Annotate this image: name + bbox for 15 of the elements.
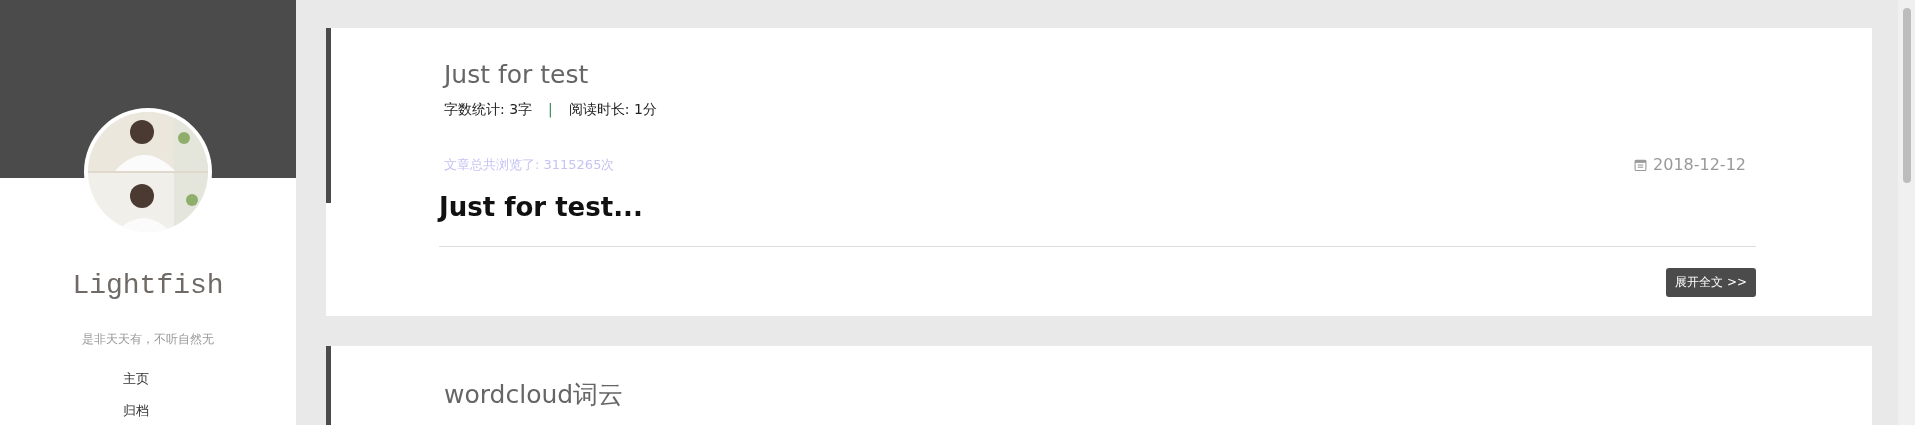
read-time: 阅读时长: 1分 (568, 101, 657, 119)
meta-separator: | (548, 101, 553, 119)
nav-link[interactable]: 主页 (123, 370, 149, 388)
nav-link[interactable]: 归档 (123, 402, 149, 420)
post-excerpt: Just for test... (439, 192, 644, 222)
scrollbar-thumb[interactable] (1903, 8, 1911, 183)
word-count: 字数统计: 3字 (444, 101, 533, 119)
post-title[interactable]: wordcloud词云 (444, 378, 1756, 411)
blog-motto: 是非天天有，不听自然无 (82, 331, 214, 348)
calendar-icon (1634, 158, 1647, 171)
post-date: 2018-12-12 (1653, 155, 1746, 174)
post-title[interactable]: Just for test (444, 60, 1756, 89)
scrollbar[interactable] (1898, 0, 1915, 425)
read-more-button[interactable]: 展开全文 >> (1666, 268, 1756, 297)
blog-name: Lightfish (72, 270, 224, 301)
